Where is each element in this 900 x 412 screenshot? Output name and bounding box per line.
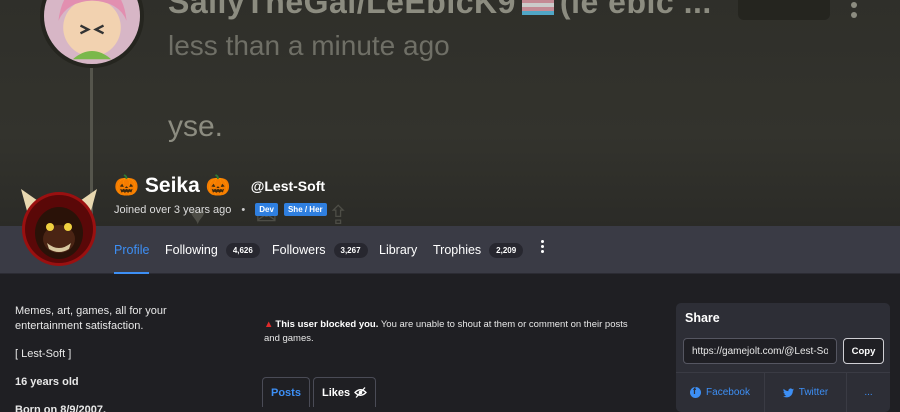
blocked-notice: ▲ This user blocked you. You are unable t…	[264, 318, 644, 346]
tab-following[interactable]: Following 4,626	[165, 226, 260, 274]
bio-group: [ Lest-Soft ]	[15, 348, 72, 360]
pumpkin-icon: 🎃	[205, 175, 231, 197]
pronouns-tag: She / Her	[283, 203, 327, 216]
profile-meta-row: Joined over 3 years ago • Dev She / Her	[114, 203, 327, 216]
twitter-label: Twitter	[798, 387, 829, 398]
following-count: 4,626	[225, 242, 260, 258]
tab-followers-label: Followers	[272, 243, 326, 257]
tab-posts-label: Posts	[271, 386, 301, 399]
background-post-author: SallyTheGal/LeEbicK9 (le ebic ...	[168, 0, 712, 21]
tab-profile[interactable]: Profile	[114, 226, 150, 274]
background-post-avatar	[40, 0, 144, 68]
share-title: Share	[685, 311, 720, 325]
share-buttons: Facebook Twitter ...	[676, 372, 890, 412]
pink-character-avatar-icon	[44, 0, 140, 64]
trophies-count: 2,209	[489, 242, 524, 258]
tab-trophies[interactable]: Trophies 2,209	[433, 226, 524, 274]
tab-trophies-label: Trophies	[433, 243, 482, 257]
background-post-time: less than a minute ago	[168, 30, 450, 61]
separator-dot: •	[241, 203, 246, 216]
share-twitter-button[interactable]: Twitter	[765, 373, 847, 412]
pumpkin-icon: 🎃	[114, 175, 139, 197]
share-card: Share Copy Facebook Twitter ...	[676, 303, 890, 412]
bio-description: Memes, art, games, all for your entertai…	[15, 305, 167, 332]
share-icon: ⇪	[327, 200, 350, 226]
tab-following-label: Following	[165, 243, 218, 257]
bio-birthday: Born on 8/9/2007.	[15, 404, 107, 412]
content-tabs: Posts Likes	[262, 377, 377, 407]
background-post-message: yse.	[168, 110, 224, 143]
bio-age: 16 years old	[15, 376, 79, 388]
background-post-author-suffix: (le ebic ...	[559, 0, 712, 20]
profile-nav-bar: Profile Following 4,626 Followers 3,267 …	[0, 226, 900, 274]
share-facebook-button[interactable]: Facebook	[676, 373, 765, 412]
background-post-author-name: SallyTheGal/LeEbicK9	[168, 0, 516, 20]
joined-date: Joined over 3 years ago	[114, 203, 232, 216]
share-url-input[interactable]	[683, 338, 837, 364]
background-owner-badge	[738, 0, 830, 20]
tab-profile-label: Profile	[114, 243, 150, 257]
tab-likes[interactable]: Likes	[312, 377, 377, 407]
tab-library-label: Library	[379, 243, 418, 257]
tab-followers[interactable]: Followers 3,267	[272, 226, 368, 274]
twitter-icon	[782, 387, 794, 397]
tab-posts[interactable]: Posts	[262, 377, 310, 407]
more-options-icon[interactable]	[538, 240, 546, 260]
dev-tag: Dev	[255, 203, 278, 216]
share-more-label: ...	[864, 387, 873, 398]
tab-library[interactable]: Library	[379, 226, 417, 274]
trans-flag-icon	[521, 0, 554, 15]
background-more-icon	[846, 0, 862, 22]
profile-bio: Memes, art, games, all for your entertai…	[15, 304, 215, 412]
username[interactable]: @Lest-Soft	[251, 178, 325, 194]
facebook-label: Facebook	[706, 387, 750, 398]
followers-count: 3,267	[333, 242, 368, 258]
warning-icon: ▲	[264, 319, 274, 330]
share-more-button[interactable]: ...	[847, 373, 890, 412]
red-hood-character-avatar-icon	[21, 189, 97, 266]
hidden-eye-icon	[354, 387, 368, 398]
copy-button[interactable]: Copy	[843, 338, 884, 364]
blocked-notice-title: This user blocked you.	[275, 319, 379, 330]
tab-likes-label: Likes	[321, 386, 351, 399]
facebook-icon	[690, 386, 702, 398]
profile-name-row: 🎃 Seika 🎃 @Lest-Soft	[114, 174, 325, 198]
profile-avatar[interactable]	[17, 183, 101, 269]
display-name: Seika	[144, 174, 200, 197]
